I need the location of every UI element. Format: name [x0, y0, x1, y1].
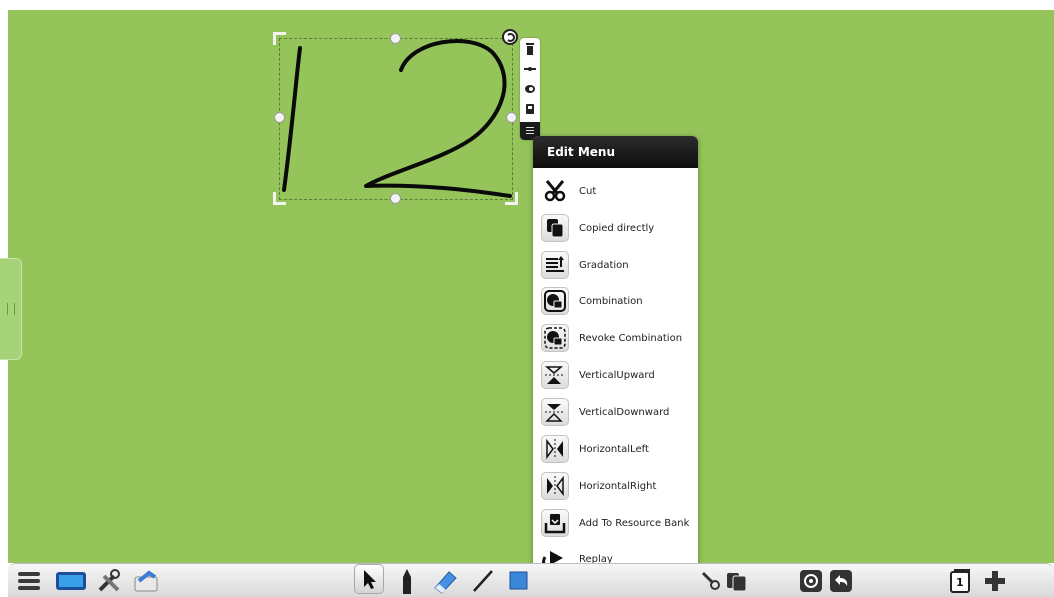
- page-number: 1: [956, 576, 964, 589]
- target-icon[interactable]: [798, 568, 824, 594]
- attach-icon[interactable]: [523, 82, 537, 96]
- main-menu-icon[interactable]: [16, 568, 42, 594]
- tools-icon[interactable]: [96, 568, 122, 594]
- eraser-icon[interactable]: [431, 568, 457, 594]
- resize-handle-right[interactable]: [506, 112, 517, 123]
- flip-down-icon: [541, 398, 569, 426]
- menu-item-label: Add To Resource Bank: [579, 517, 690, 529]
- menu-item-label: Revoke Combination: [579, 332, 683, 344]
- page-indicator[interactable]: 1: [948, 568, 974, 594]
- menu-item-label: Cut: [579, 185, 597, 197]
- menu-item-combination[interactable]: Combination: [541, 284, 696, 318]
- copy-toolbar-icon[interactable]: [724, 568, 750, 594]
- shape-tool-icon[interactable]: [506, 568, 532, 594]
- menu-item-cut[interactable]: Cut: [541, 174, 696, 208]
- layers-order-icon: [541, 251, 569, 279]
- ungroup-icon: [541, 324, 569, 352]
- menu-item-label: VerticalDownward: [579, 406, 670, 418]
- resources-icon[interactable]: [133, 568, 159, 594]
- corner-handle-bottom-right[interactable]: [505, 192, 518, 205]
- copy-icon: [541, 214, 569, 242]
- flip-up-icon: [541, 361, 569, 389]
- resize-handle-left[interactable]: [274, 112, 285, 123]
- group-icon: [541, 287, 569, 315]
- screen-mode-icon[interactable]: [54, 568, 88, 594]
- menu-item-label: Combination: [579, 295, 643, 307]
- menu-item-label: Copied directly: [579, 222, 655, 234]
- menu-item-label: HorizontalLeft: [579, 443, 649, 455]
- corner-handle-bottom-left[interactable]: [273, 192, 286, 205]
- menu-item-copied-directly[interactable]: Copied directly: [541, 211, 696, 245]
- resize-handle-bottom[interactable]: [390, 193, 401, 204]
- menu-item-horizontal-left[interactable]: HorizontalLeft: [541, 432, 696, 466]
- undo-icon[interactable]: [828, 568, 854, 594]
- flip-right-icon: [541, 472, 569, 500]
- trash-icon[interactable]: [523, 42, 537, 56]
- menu-item-label: VerticalUpward: [579, 369, 655, 381]
- pen-icon[interactable]: [394, 568, 420, 594]
- line-icon[interactable]: [523, 62, 537, 76]
- menu-item-gradation[interactable]: Gradation: [541, 248, 696, 282]
- resize-handle-top[interactable]: [390, 33, 401, 44]
- rotate-icon[interactable]: [502, 29, 518, 45]
- bottom-toolbar: 1: [8, 563, 1054, 597]
- edit-menu: Edit Menu Cut Copied directly Gradation …: [533, 136, 698, 586]
- menu-item-label: HorizontalRight: [579, 480, 657, 492]
- flip-left-icon: [541, 435, 569, 463]
- menu-item-label: Gradation: [579, 259, 629, 271]
- menu-item-vertical-upward[interactable]: VerticalUpward: [541, 358, 696, 392]
- corner-handle-top-left[interactable]: [273, 32, 286, 45]
- scissors-icon: [541, 177, 569, 205]
- resource-bank-icon: [541, 509, 569, 537]
- add-page-icon[interactable]: [982, 568, 1008, 594]
- cut-toolbar-icon[interactable]: [698, 568, 724, 594]
- menu-item-add-to-resource-bank[interactable]: Add To Resource Bank: [541, 506, 696, 540]
- copy-icon[interactable]: [523, 102, 537, 116]
- selection-box[interactable]: [279, 38, 513, 200]
- menu-item-revoke-combination[interactable]: Revoke Combination: [541, 321, 696, 355]
- edit-menu-title: Edit Menu: [533, 136, 698, 168]
- menu-item-horizontal-right[interactable]: HorizontalRight: [541, 469, 696, 503]
- pointer-tool-icon[interactable]: [354, 564, 384, 594]
- line-tool-icon[interactable]: [470, 568, 496, 594]
- menu-item-vertical-downward[interactable]: VerticalDownward: [541, 395, 696, 429]
